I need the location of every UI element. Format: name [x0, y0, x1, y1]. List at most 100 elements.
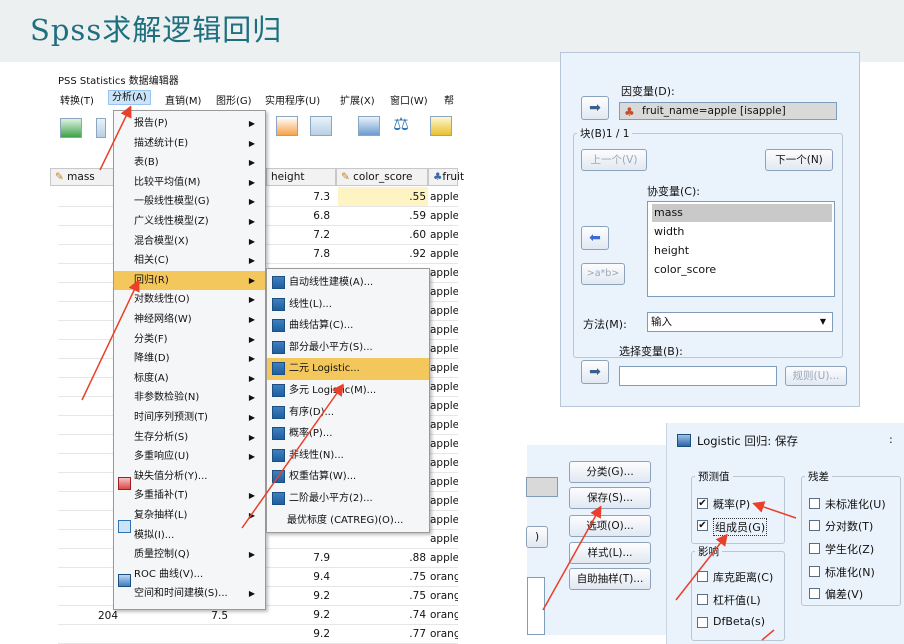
mass-cell[interactable]	[106, 625, 114, 644]
classify-button[interactable]: 分类(G)...	[569, 461, 651, 483]
column-header-fruit[interactable]: ♣fruit	[428, 168, 464, 186]
analyze-menu-item[interactable]: 生存分析(S) ▶	[114, 428, 265, 448]
regression-menu-item[interactable]: 有序(D)...	[267, 402, 429, 424]
regression-menu-item[interactable]: 二阶最小平方(2)...	[267, 488, 429, 510]
height-cell[interactable]: 7.8	[266, 245, 330, 264]
covariate-item[interactable]: height	[652, 242, 832, 260]
selection-variable-field[interactable]	[619, 366, 777, 386]
fruit-cell[interactable]: apple	[430, 340, 458, 359]
analyze-menu-item[interactable]: 空间和时间建模(S)... ▶	[114, 584, 265, 604]
covariate-item[interactable]: color_score	[652, 261, 832, 279]
menu-window[interactable]: 窗口(W)	[390, 92, 428, 107]
color-score-cell[interactable]: .88	[338, 549, 426, 568]
leverage-checkbox[interactable]	[697, 594, 708, 605]
regression-menu-item[interactable]: 二元 Logistic...	[267, 358, 429, 380]
regression-menu-item[interactable]: 权重估算(W)...	[267, 466, 429, 488]
dialog-recall-icon[interactable]	[96, 118, 106, 138]
deviance-checkbox[interactable]	[809, 588, 820, 599]
standardized-checkbox[interactable]	[809, 566, 820, 577]
fruit-cell[interactable]: orang	[430, 587, 458, 606]
analyze-menu-item[interactable]: 多重响应(U) ▶	[114, 447, 265, 467]
next-block-button[interactable]: 下一个(N)	[765, 149, 833, 171]
height-cell[interactable]: 9.2	[266, 625, 330, 644]
undo-icon[interactable]	[60, 118, 82, 138]
studentized-checkbox[interactable]	[809, 543, 820, 554]
menu-help[interactable]: 帮	[444, 92, 454, 107]
regression-menu-item[interactable]: 部分最小平方(S)...	[267, 337, 429, 359]
fruit-cell[interactable]: apple	[430, 378, 458, 397]
options-button[interactable]: 选项(O)...	[569, 515, 651, 537]
menu-direct-marketing[interactable]: 直销(M)	[165, 92, 201, 107]
regression-menu-item[interactable]: 自动线性建模(A)...	[267, 272, 429, 294]
fruit-cell[interactable]: apple	[430, 207, 458, 226]
fruit-cell[interactable]: apple	[430, 188, 458, 207]
rule-button[interactable]: 规则(U)...	[785, 366, 847, 386]
fruit-cell[interactable]: apple	[430, 511, 458, 530]
height-cell[interactable]: 9.4	[266, 568, 330, 587]
color-score-cell[interactable]: .77	[338, 625, 426, 644]
menu-graphs[interactable]: 图形(G)	[216, 92, 252, 107]
goto-case-icon[interactable]	[276, 116, 298, 136]
analyze-menu-item[interactable]: 缺失值分析(Y)...	[114, 467, 265, 487]
fruit-cell[interactable]: apple	[430, 245, 458, 264]
covariate-item[interactable]: width	[652, 223, 832, 241]
fruit-cell[interactable]: apple	[430, 321, 458, 340]
fruit-cell[interactable]: orang	[430, 625, 458, 644]
style-button[interactable]: 样式(L)...	[569, 542, 651, 564]
color-score-cell[interactable]: .55	[338, 188, 426, 207]
menu-transform[interactable]: 转换(T)	[60, 92, 94, 107]
color-score-cell[interactable]: .74	[338, 606, 426, 625]
select-cases-icon[interactable]	[430, 116, 452, 136]
color-score-cell[interactable]: .59	[338, 207, 426, 226]
column-header-height[interactable]: height	[266, 168, 336, 186]
dfbeta-checkbox[interactable]	[697, 617, 708, 628]
dependent-field[interactable]: ♣ fruit_name=apple [isapple]	[619, 102, 837, 120]
analyze-menu-item[interactable]: 对数线性(O) ▶	[114, 290, 265, 310]
analyze-menu-item[interactable]: 报告(P) ▶	[114, 114, 265, 134]
split-file-icon[interactable]	[358, 116, 380, 136]
column-header-color-score[interactable]: ✎ color_score	[336, 168, 428, 186]
height-cell[interactable]: 7.2	[266, 226, 330, 245]
color-score-cell[interactable]: .60	[338, 226, 426, 245]
height-cell[interactable]: 9.2	[266, 606, 330, 625]
fruit-cell[interactable]: apple	[430, 549, 458, 568]
partial-button[interactable]: )	[526, 526, 548, 548]
fruit-cell[interactable]: apple	[430, 359, 458, 378]
height-cell[interactable]: 9.2	[266, 587, 330, 606]
regression-menu-item[interactable]: 最优标度 (CATREG)(O)...	[267, 510, 429, 532]
fruit-cell[interactable]: orang	[430, 606, 458, 625]
logit-checkbox[interactable]	[809, 520, 820, 531]
fruit-cell[interactable]: apple	[430, 283, 458, 302]
analyze-menu-item[interactable]: ROC 曲线(V)...	[114, 565, 265, 585]
fruit-cell[interactable]: apple	[430, 492, 458, 511]
height-cell[interactable]: 7.9	[266, 549, 330, 568]
analyze-menu-item[interactable]: 复杂抽样(L) ▶	[114, 506, 265, 526]
group-membership-checkbox[interactable]: ✔	[697, 520, 708, 531]
color-score-cell[interactable]: .92	[338, 245, 426, 264]
analyze-menu-item[interactable]: 一般线性模型(G) ▶	[114, 192, 265, 212]
move-selection-button[interactable]: ➡	[581, 360, 609, 384]
regression-menu-item[interactable]: 曲线估算(C)...	[267, 315, 429, 337]
weight-cases-icon[interactable]: ⚖	[393, 114, 409, 135]
fruit-cell[interactable]: apple	[430, 454, 458, 473]
variables-icon[interactable]	[310, 116, 332, 136]
analyze-menu-item[interactable]: 时间序列预测(T) ▶	[114, 408, 265, 428]
fruit-cell[interactable]: apple	[430, 530, 458, 549]
regression-menu-item[interactable]: 线性(L)...	[267, 294, 429, 316]
fruit-cell[interactable]: orang	[430, 568, 458, 587]
regression-menu-item[interactable]: 非线性(N)...	[267, 445, 429, 467]
analyze-menu-item[interactable]: 非参数检验(N) ▶	[114, 388, 265, 408]
analyze-menu-item[interactable]: 表(B) ▶	[114, 153, 265, 173]
analyze-menu-item[interactable]: 分类(F) ▶	[114, 330, 265, 350]
cooks-distance-checkbox[interactable]	[697, 571, 708, 582]
color-score-cell[interactable]: .75	[338, 587, 426, 606]
analyze-menu-item[interactable]: 标度(A) ▶	[114, 369, 265, 389]
column-header-mass[interactable]: ✎ mass	[50, 168, 116, 186]
analyze-menu-item[interactable]: 描述统计(E) ▶	[114, 134, 265, 154]
analyze-menu-item[interactable]: 相关(C) ▶	[114, 251, 265, 271]
analyze-menu-item[interactable]: 混合模型(X) ▶	[114, 232, 265, 252]
bootstrap-button[interactable]: 自助抽样(T)...	[569, 568, 651, 590]
analyze-menu-item[interactable]: 比较平均值(M) ▶	[114, 173, 265, 193]
probability-checkbox[interactable]: ✔	[697, 498, 708, 509]
height-cell[interactable]: 6.8	[266, 207, 330, 226]
